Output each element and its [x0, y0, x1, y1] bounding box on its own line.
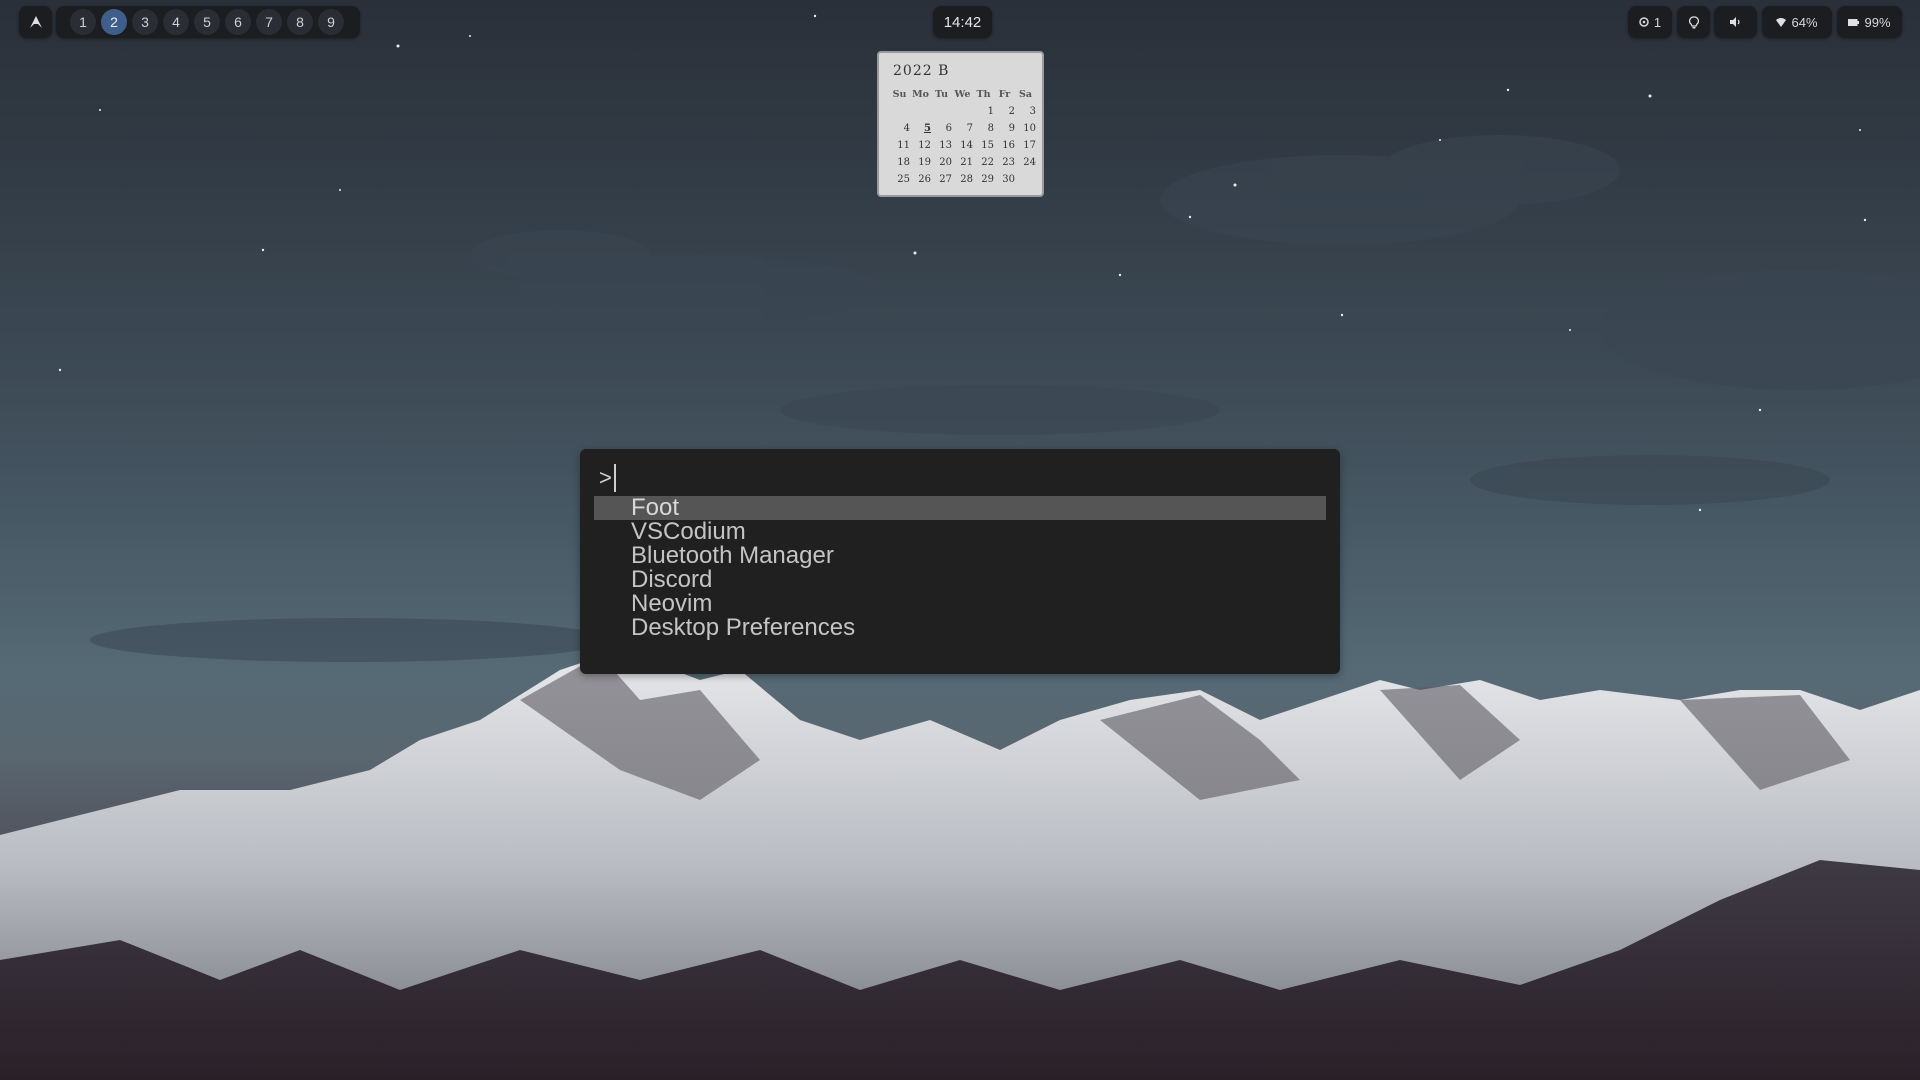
calendar-weekday: We — [954, 89, 971, 100]
calendar-week: 4 5 6 7 8 9 10 — [889, 120, 1037, 137]
volume-button[interactable] — [1714, 6, 1757, 38]
wifi-strength: 64% — [1791, 14, 1818, 30]
wifi-status[interactable]: 64% — [1762, 6, 1832, 38]
calendar-empty-cell — [910, 103, 931, 120]
calendar-empty-cell — [931, 103, 952, 120]
notification-count: 1 — [1653, 14, 1662, 30]
clock[interactable]: 14:42 — [933, 6, 992, 38]
calendar-day[interactable]: 30 — [994, 171, 1015, 188]
calendar-day[interactable]: 26 — [910, 171, 931, 188]
launcher-result[interactable]: Neovim — [594, 592, 1326, 616]
calendar-day[interactable]: 1 — [973, 103, 994, 120]
calendar-day[interactable]: 6 — [931, 120, 952, 137]
calendar-day[interactable]: 11 — [889, 137, 910, 154]
calendar-day[interactable]: 13 — [931, 137, 952, 154]
calendar-day[interactable]: 19 — [910, 154, 931, 171]
calendar-weekday: Tu — [934, 89, 949, 100]
launcher-result[interactable]: Bluetooth Manager — [594, 544, 1326, 568]
calendar-day[interactable]: 21 — [952, 154, 973, 171]
calendar-title: 2022 В — [893, 63, 950, 79]
prompt-symbol: > — [599, 465, 612, 490]
workspace-3[interactable]: 3 — [132, 9, 158, 35]
wifi-icon — [1776, 17, 1787, 27]
calendar-day[interactable]: 28 — [952, 171, 973, 188]
brightness-button[interactable] — [1677, 6, 1710, 38]
volume-icon — [1729, 17, 1740, 27]
battery-status[interactable]: 99% — [1837, 6, 1902, 38]
bulb-icon — [1688, 15, 1699, 28]
calendar-day[interactable]: 14 — [952, 137, 973, 154]
calendar-day[interactable]: 8 — [973, 120, 994, 137]
arch-logo-icon — [29, 16, 42, 28]
calendar-day[interactable]: 2 — [994, 103, 1015, 120]
calendar-weekday: Sa — [1018, 89, 1033, 100]
calendar-day[interactable]: 18 — [889, 154, 910, 171]
battery-icon — [1848, 18, 1860, 26]
calendar-day[interactable]: 15 — [973, 137, 994, 154]
calendar-week: 11 12 13 14 15 16 17 — [889, 137, 1037, 154]
calendar-weekday: Fr — [998, 89, 1011, 100]
calendar-day[interactable]: 4 — [889, 120, 910, 137]
launcher-result[interactable]: Desktop Preferences — [594, 616, 1326, 640]
calendar-weekday: Su — [892, 89, 907, 100]
calendar-day[interactable]: 12 — [910, 137, 931, 154]
workspace-9[interactable]: 9 — [318, 9, 344, 35]
calendar-day[interactable]: 3 — [1015, 103, 1036, 120]
workspace-6[interactable]: 6 — [225, 9, 251, 35]
workspace-8[interactable]: 8 — [287, 9, 313, 35]
notifications-button[interactable]: 1 — [1628, 6, 1672, 38]
calendar-popup: 2022 В Su Mo Tu We Th Fr Sa 1 2 3 4 5 6 7 8 9 10 11 12 13 14… — [877, 51, 1044, 197]
calendar-day[interactable]: 16 — [994, 137, 1015, 154]
launcher-search-input[interactable] — [613, 464, 1324, 492]
calendar-day[interactable]: 24 — [1015, 154, 1036, 171]
calendar-week: 25 26 27 28 29 30 — [889, 171, 1037, 188]
notification-icon — [1639, 17, 1649, 27]
calendar-empty-cell — [1015, 171, 1036, 188]
calendar-day[interactable]: 17 — [1015, 137, 1036, 154]
launcher-prompt: > — [599, 463, 1324, 493]
calendar-day[interactable]: 7 — [952, 120, 973, 137]
calendar-empty-cell — [889, 103, 910, 120]
workspace-4[interactable]: 4 — [163, 9, 189, 35]
workspace-7[interactable]: 7 — [256, 9, 282, 35]
calendar-weekday: Th — [976, 89, 991, 100]
launcher-result[interactable]: VSCodium — [594, 520, 1326, 544]
launcher-results: Foot VSCodium Bluetooth Manager Discord Neov… — [594, 496, 1326, 640]
calendar-week: 18 19 20 21 22 23 24 — [889, 154, 1037, 171]
calendar-week: 123 — [889, 103, 1037, 120]
workspace-switcher: 123456789 — [56, 6, 360, 38]
calendar-day[interactable]: 5 — [910, 120, 931, 137]
calendar-day[interactable]: 23 — [994, 154, 1015, 171]
calendar-weekday-row: Su Mo Tu We Th Fr Sa — [889, 86, 1037, 103]
calendar-day[interactable]: 10 — [1015, 120, 1036, 137]
app-menu-button[interactable] — [19, 6, 52, 38]
workspace-5[interactable]: 5 — [194, 9, 220, 35]
calendar-day[interactable]: 29 — [973, 171, 994, 188]
app-launcher: > Foot VSCodium Bluetooth Manager Discord Ne… — [580, 449, 1340, 674]
calendar-day[interactable]: 27 — [931, 171, 952, 188]
launcher-result[interactable]: Discord — [594, 568, 1326, 592]
calendar-day[interactable]: 20 — [931, 154, 952, 171]
launcher-result[interactable]: Foot — [594, 496, 1326, 520]
workspace-1[interactable]: 1 — [70, 9, 96, 35]
calendar-empty-cell — [952, 103, 973, 120]
battery-level: 99% — [1864, 14, 1891, 30]
calendar-day[interactable]: 22 — [973, 154, 994, 171]
calendar-day[interactable]: 25 — [889, 171, 910, 188]
calendar-day[interactable]: 9 — [994, 120, 1015, 137]
workspace-2[interactable]: 2 — [101, 9, 127, 35]
calendar-weekday: Mo — [912, 89, 929, 100]
calendar-grid: Su Mo Tu We Th Fr Sa 1 2 3 4 5 6 7 8 9 10 11 12 13 14 15 16 17 1… — [889, 86, 1037, 188]
